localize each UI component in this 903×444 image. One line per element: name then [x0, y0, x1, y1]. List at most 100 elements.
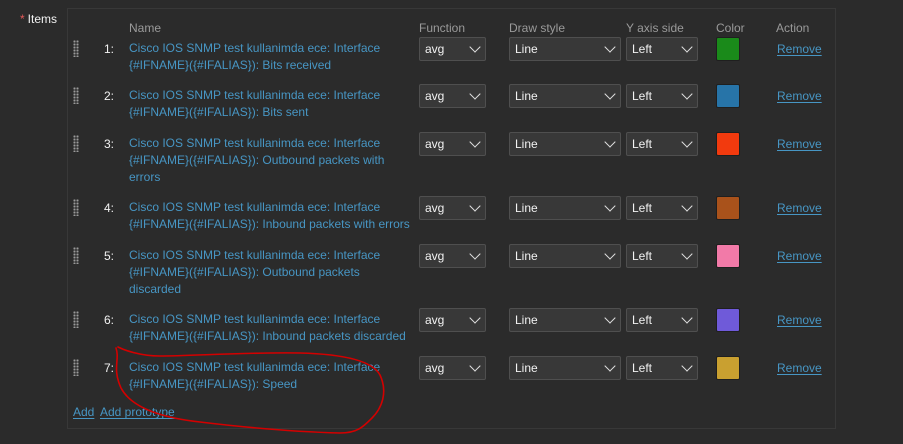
items-label-text: Items: [27, 12, 57, 26]
draw-style-select[interactable]: Line: [509, 356, 621, 380]
drag-handle-icon[interactable]: [73, 311, 79, 328]
color-swatch[interactable]: [716, 84, 740, 108]
drag-handle-icon[interactable]: [73, 359, 79, 376]
column-header-color: Color: [716, 21, 745, 35]
remove-link[interactable]: Remove: [777, 361, 822, 375]
chevron-down-icon: [681, 312, 693, 324]
item-name-link[interactable]: Cisco IOS SNMP test kullanimda ece: Inte…: [129, 135, 414, 186]
chevron-down-icon: [604, 360, 616, 372]
color-swatch[interactable]: [716, 132, 740, 156]
column-header-function: Function: [419, 21, 466, 35]
row-number: 1:: [103, 42, 114, 56]
draw-style-select[interactable]: Line: [509, 308, 621, 332]
function-value: avg: [425, 137, 445, 151]
add-prototype-link[interactable]: Add prototype: [100, 405, 175, 419]
y-axis-side-value: Left: [632, 201, 653, 215]
row-number: 3:: [103, 137, 114, 151]
draw-style-select[interactable]: Line: [509, 84, 621, 108]
chevron-down-icon: [604, 88, 616, 100]
function-value: avg: [425, 89, 445, 103]
items-field-label: * Items: [0, 12, 57, 26]
function-select[interactable]: avg: [419, 244, 486, 268]
function-value: avg: [425, 361, 445, 375]
draw-style-value: Line: [515, 313, 538, 327]
y-axis-side-value: Left: [632, 89, 653, 103]
drag-handle-icon[interactable]: [73, 247, 79, 264]
chevron-down-icon: [604, 200, 616, 212]
y-axis-side-select[interactable]: Left: [626, 37, 698, 61]
y-axis-side-select[interactable]: Left: [626, 356, 698, 380]
item-name-link[interactable]: Cisco IOS SNMP test kullanimda ece: Inte…: [129, 311, 414, 345]
color-swatch[interactable]: [716, 356, 740, 380]
y-axis-side-select[interactable]: Left: [626, 132, 698, 156]
column-header-y-axis-side: Y axis side: [626, 21, 684, 35]
draw-style-select[interactable]: Line: [509, 196, 621, 220]
remove-link[interactable]: Remove: [777, 89, 822, 103]
color-swatch[interactable]: [716, 244, 740, 268]
function-select[interactable]: avg: [419, 308, 486, 332]
remove-link[interactable]: Remove: [777, 249, 822, 263]
chevron-down-icon: [681, 136, 693, 148]
chevron-down-icon: [469, 136, 481, 148]
chevron-down-icon: [469, 312, 481, 324]
y-axis-side-select[interactable]: Left: [626, 244, 698, 268]
drag-handle-icon[interactable]: [73, 40, 79, 57]
add-item-link[interactable]: Add: [73, 405, 94, 419]
column-header-action: Action: [776, 21, 810, 35]
draw-style-value: Line: [515, 89, 538, 103]
y-axis-side-select[interactable]: Left: [626, 308, 698, 332]
item-name-link[interactable]: Cisco IOS SNMP test kullanimda ece: Inte…: [129, 40, 414, 74]
function-value: avg: [425, 313, 445, 327]
function-select[interactable]: avg: [419, 132, 486, 156]
item-name-link[interactable]: Cisco IOS SNMP test kullanimda ece: Inte…: [129, 87, 414, 121]
remove-link[interactable]: Remove: [777, 137, 822, 151]
chevron-down-icon: [681, 200, 693, 212]
remove-link[interactable]: Remove: [777, 313, 822, 327]
drag-handle-icon[interactable]: [73, 199, 79, 216]
draw-style-value: Line: [515, 249, 538, 263]
chevron-down-icon: [469, 248, 481, 260]
remove-link[interactable]: Remove: [777, 42, 822, 56]
drag-handle-icon[interactable]: [73, 87, 79, 104]
row-number: 7:: [103, 361, 114, 375]
drag-handle-icon[interactable]: [73, 135, 79, 152]
chevron-down-icon: [469, 88, 481, 100]
y-axis-side-select[interactable]: Left: [626, 84, 698, 108]
item-name-link[interactable]: Cisco IOS SNMP test kullanimda ece: Inte…: [129, 247, 414, 298]
y-axis-side-value: Left: [632, 361, 653, 375]
y-axis-side-select[interactable]: Left: [626, 196, 698, 220]
column-header-name: Name: [129, 21, 162, 35]
draw-style-value: Line: [515, 201, 538, 215]
chevron-down-icon: [469, 360, 481, 372]
item-name-link[interactable]: Cisco IOS SNMP test kullanimda ece: Inte…: [129, 199, 414, 233]
draw-style-select[interactable]: Line: [509, 37, 621, 61]
chevron-down-icon: [681, 88, 693, 100]
function-select[interactable]: avg: [419, 84, 486, 108]
chevron-down-icon: [681, 360, 693, 372]
function-select[interactable]: avg: [419, 37, 486, 61]
function-select[interactable]: avg: [419, 356, 486, 380]
column-header-draw-style: Draw style: [509, 21, 566, 35]
draw-style-value: Line: [515, 42, 538, 56]
chevron-down-icon: [681, 248, 693, 260]
color-swatch[interactable]: [716, 37, 740, 61]
function-value: avg: [425, 249, 445, 263]
chevron-down-icon: [681, 41, 693, 53]
draw-style-select[interactable]: Line: [509, 132, 621, 156]
function-select[interactable]: avg: [419, 196, 486, 220]
chevron-down-icon: [604, 41, 616, 53]
row-number: 2:: [103, 89, 114, 103]
chevron-down-icon: [604, 312, 616, 324]
color-swatch[interactable]: [716, 196, 740, 220]
color-swatch[interactable]: [716, 308, 740, 332]
draw-style-select[interactable]: Line: [509, 244, 621, 268]
chevron-down-icon: [469, 41, 481, 53]
item-name-link[interactable]: Cisco IOS SNMP test kullanimda ece: Inte…: [129, 359, 414, 393]
remove-link[interactable]: Remove: [777, 201, 822, 215]
function-value: avg: [425, 201, 445, 215]
row-number: 4:: [103, 201, 114, 215]
y-axis-side-value: Left: [632, 42, 653, 56]
required-mark: *: [19, 12, 25, 26]
y-axis-side-value: Left: [632, 313, 653, 327]
y-axis-side-value: Left: [632, 249, 653, 263]
